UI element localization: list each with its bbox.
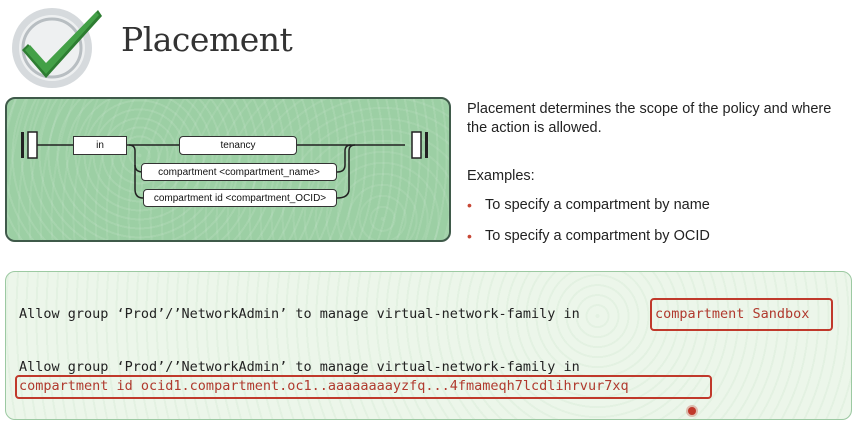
code-line-2: Allow group ‘Prod’/’NetworkAdmin’ to man…	[19, 359, 580, 375]
code-highlight-2: compartment id ocid1.compartment.oc1..aa…	[19, 378, 629, 394]
compartment-id-option-box: compartment id <compartment_OCID>	[143, 189, 337, 207]
example-text: To specify a compartment by OCID	[485, 228, 710, 244]
checkmark-badge-icon	[6, 0, 106, 92]
code-line-1: Allow group ‘Prod’/’NetworkAdmin’ to man…	[19, 306, 580, 322]
bullet-icon: •	[467, 228, 472, 244]
examples-list: • To specify a compartment by name • To …	[467, 197, 710, 259]
examples-label: Examples:	[467, 168, 535, 184]
page-title: Placement	[121, 20, 293, 59]
tenancy-option-box: tenancy	[179, 136, 297, 155]
example-text: To specify a compartment by name	[485, 197, 710, 213]
bullet-icon: •	[467, 197, 472, 213]
syntax-diagram: in tenancy compartment <compartment_name…	[5, 97, 451, 242]
in-keyword-box: in	[73, 136, 127, 155]
code-highlight-1: compartment Sandbox	[655, 306, 810, 322]
list-item: • To specify a compartment by OCID	[467, 228, 710, 259]
compartment-name-option-box: compartment <compartment_name>	[141, 163, 337, 181]
placement-description: Placement determines the scope of the po…	[467, 101, 832, 136]
list-item: • To specify a compartment by name	[467, 197, 710, 228]
pointer-dot	[688, 407, 696, 415]
